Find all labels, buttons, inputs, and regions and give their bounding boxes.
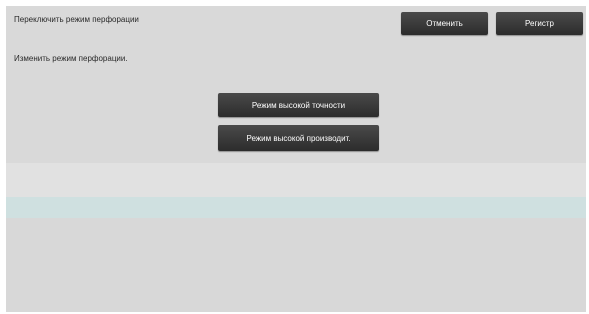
lower-panel [6, 218, 586, 312]
description-text: Изменить режим перфорации. [14, 54, 128, 63]
divider-band [6, 163, 586, 197]
accent-band [6, 197, 586, 218]
content-panel: Переключить режим перфорации Отменить Ре… [6, 6, 586, 163]
page-title: Переключить режим перфорации [14, 15, 139, 24]
register-button[interactable]: Регистр [496, 12, 583, 35]
dialog-screen: Переключить режим перфорации Отменить Ре… [6, 6, 586, 312]
high-precision-mode-button[interactable]: Режим высокой точности [218, 93, 379, 117]
high-productivity-mode-button[interactable]: Режим высокой производит. [218, 125, 379, 151]
cancel-button[interactable]: Отменить [401, 12, 488, 35]
